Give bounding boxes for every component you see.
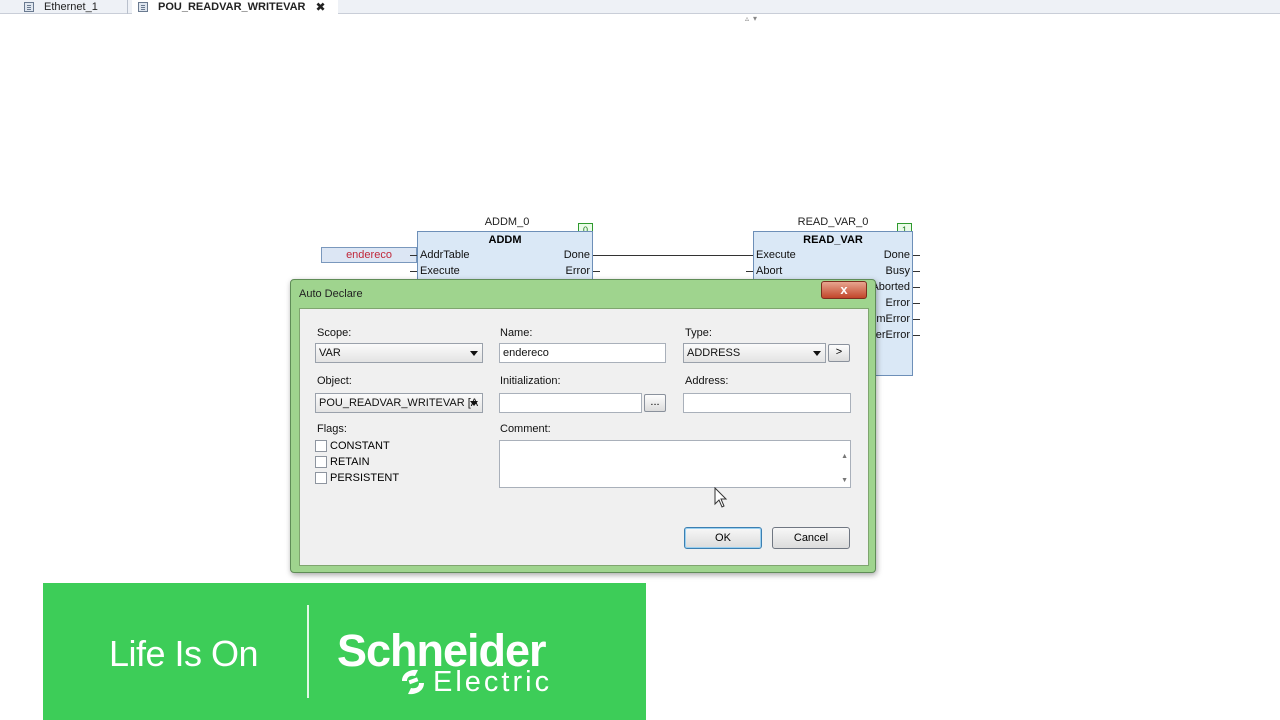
checkbox-box[interactable] xyxy=(315,456,327,468)
persistent-checkbox[interactable]: PERSISTENT xyxy=(315,472,399,484)
type-browse-button[interactable]: > xyxy=(828,344,850,362)
read-var-input-execute[interactable]: Execute xyxy=(756,249,796,261)
addm-instance-name[interactable]: ADDM_0 xyxy=(462,216,552,228)
pin-stub xyxy=(913,319,920,320)
tab-ethernet-1[interactable]: Ethernet_1 xyxy=(18,0,128,14)
initialization-browse-button[interactable]: ... xyxy=(644,394,666,412)
pin-stub xyxy=(746,271,753,272)
initialization-label: Initialization: xyxy=(500,375,561,387)
brand-banner: Life Is On Schneider Electric xyxy=(43,583,646,720)
addm-input-addrtable[interactable]: AddrTable xyxy=(420,249,470,261)
addm-output-done[interactable]: Done xyxy=(564,249,590,261)
dialog-close-button[interactable]: x xyxy=(821,281,867,299)
dropdown-arrow-icon xyxy=(470,351,478,356)
dialog-title: Auto Declare xyxy=(299,288,363,300)
addm-output-error[interactable]: Error xyxy=(566,265,590,277)
canvas-scroll-arrows[interactable]: ▵▾ xyxy=(745,14,761,23)
pin-stub xyxy=(913,303,920,304)
textarea-scrollbar[interactable]: ▲ ▼ xyxy=(841,445,848,493)
checkbox-box[interactable] xyxy=(315,472,327,484)
pin-stub xyxy=(913,271,920,272)
read-var-input-abort[interactable]: Abort xyxy=(756,265,782,277)
retain-checkbox[interactable]: RETAIN xyxy=(315,456,370,468)
device-icon xyxy=(24,2,34,12)
type-select[interactable]: ADDRESS xyxy=(683,343,826,363)
tab-label: Ethernet_1 xyxy=(44,1,98,13)
close-tab-icon[interactable]: ✖ xyxy=(316,0,326,14)
name-label: Name: xyxy=(500,327,533,339)
type-select-value: ADDRESS xyxy=(687,347,741,359)
pin-stub xyxy=(410,255,417,256)
ok-button[interactable]: OK xyxy=(684,527,762,549)
pou-icon xyxy=(138,2,148,12)
read-var-instance-name[interactable]: READ_VAR_0 xyxy=(788,216,878,228)
schneider-logo-icon xyxy=(402,669,424,695)
object-select[interactable]: POU_READVAR_WRITEVAR [A xyxy=(315,393,483,413)
connection-wire xyxy=(593,255,753,256)
checkbox-box[interactable] xyxy=(315,440,327,452)
pin-stub xyxy=(913,255,920,256)
name-input[interactable]: endereco xyxy=(499,343,666,363)
pin-stub xyxy=(410,271,417,272)
constant-checkbox[interactable]: CONSTANT xyxy=(315,440,390,452)
dialog-body: Scope: VAR Name: endereco Type: ADDRESS … xyxy=(299,308,869,566)
tab-pou-readvar-writevar[interactable]: POU_READVAR_WRITEVAR ✖ xyxy=(132,0,338,14)
read-var-output-aborted[interactable]: Aborted xyxy=(871,281,910,293)
read-var-output-commerror[interactable]: mError xyxy=(876,313,910,325)
initialization-input[interactable] xyxy=(499,393,642,413)
address-input[interactable] xyxy=(683,393,851,413)
retain-checkbox-label: RETAIN xyxy=(330,456,370,468)
flags-label: Flags: xyxy=(317,423,347,435)
comment-label: Comment: xyxy=(500,423,551,435)
cancel-button[interactable]: Cancel xyxy=(772,527,850,549)
pin-stub xyxy=(593,271,600,272)
brand-divider xyxy=(307,605,309,698)
tab-label: POU_READVAR_WRITEVAR xyxy=(158,1,306,13)
dropdown-arrow-icon xyxy=(470,401,478,406)
pin-stub xyxy=(913,335,920,336)
read-var-type-label: READ_VAR xyxy=(803,234,863,246)
object-select-value: POU_READVAR_WRITEVAR [A xyxy=(319,397,479,409)
address-label: Address: xyxy=(685,375,729,387)
read-var-output-opererror[interactable]: erError xyxy=(876,329,910,341)
mouse-cursor-icon xyxy=(714,487,728,508)
scope-select-value: VAR xyxy=(319,347,341,359)
addm-type-label: ADDM xyxy=(488,234,522,246)
brand-subname: Electric xyxy=(433,666,553,698)
auto-declare-dialog: Auto Declare x Scope: VAR Name: endereco… xyxy=(290,279,876,573)
read-var-output-busy[interactable]: Busy xyxy=(886,265,910,277)
dropdown-arrow-icon xyxy=(813,351,821,356)
brand-tagline: Life Is On xyxy=(109,633,259,674)
persistent-checkbox-label: PERSISTENT xyxy=(330,472,400,484)
comment-textarea[interactable]: ▲ ▼ xyxy=(499,440,851,488)
scope-label: Scope: xyxy=(317,327,352,339)
editor-tab-bar: Ethernet_1 POU_READVAR_WRITEVAR ✖ xyxy=(0,0,1280,14)
read-var-output-error[interactable]: Error xyxy=(886,297,910,309)
type-label: Type: xyxy=(685,327,712,339)
read-var-output-done[interactable]: Done xyxy=(884,249,910,261)
pin-stub xyxy=(913,287,920,288)
input-variable-box[interactable]: endereco xyxy=(321,247,417,263)
constant-checkbox-label: CONSTANT xyxy=(330,440,390,452)
addm-input-execute[interactable]: Execute xyxy=(420,265,460,277)
scope-select[interactable]: VAR xyxy=(315,343,483,363)
object-label: Object: xyxy=(317,375,352,387)
